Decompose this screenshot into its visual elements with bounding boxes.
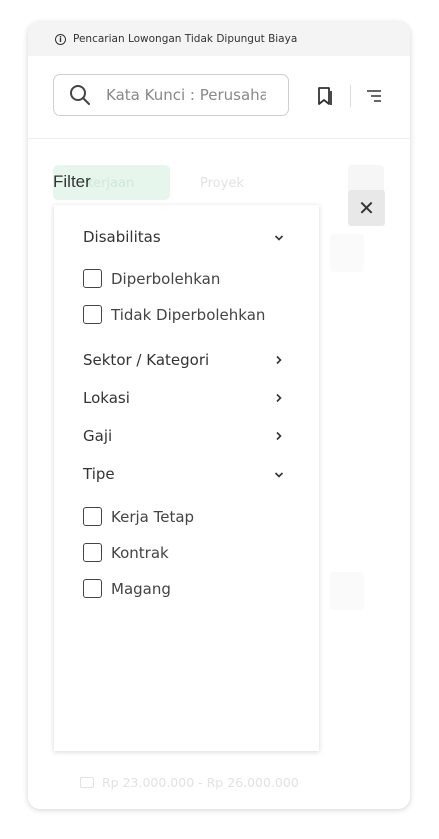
- info-icon: i: [55, 33, 66, 45]
- job-card-menu-bg: [330, 572, 364, 610]
- chevron-down-icon[interactable]: [274, 233, 284, 243]
- option-magang[interactable]: Magang: [83, 579, 171, 598]
- tab-pekerjaan-label: kerjaan: [86, 176, 135, 191]
- checkbox[interactable]: [83, 305, 102, 324]
- header-divider: [28, 138, 410, 139]
- divider: [350, 85, 351, 107]
- option-kerja-tetap[interactable]: Kerja Tetap: [83, 507, 194, 526]
- chevron-right-icon[interactable]: [274, 355, 284, 365]
- search-box[interactable]: Kata Kunci : Perusahaan: [53, 74, 289, 116]
- option-diperbolehkan[interactable]: Diperbolehkan: [83, 269, 220, 288]
- bookmark-icon[interactable]: [317, 86, 333, 107]
- chevron-down-icon[interactable]: [274, 470, 284, 480]
- option-tidak-diperbolehkan[interactable]: Tidak Diperbolehkan: [83, 305, 265, 324]
- notice-text: Pencarian Lowongan Tidak Dipungut Biaya: [73, 33, 298, 45]
- option-label: Diperbolehkan: [111, 269, 221, 288]
- notice-banner: i Pencarian Lowongan Tidak Dipungut Biay…: [28, 22, 410, 56]
- filter-menu-icon[interactable]: [366, 89, 382, 103]
- section-lokasi[interactable]: Lokasi: [83, 389, 130, 407]
- close-icon: ✕: [358, 196, 375, 220]
- option-label: Magang: [111, 579, 171, 598]
- job-card-menu-bg: [330, 234, 364, 272]
- close-button[interactable]: ✕: [348, 190, 385, 226]
- tab-proyek[interactable]: Proyek: [200, 176, 244, 191]
- job-salary-text: Rp 23.000.000 - Rp 26.000.000: [102, 775, 299, 790]
- job-salary: Rp 23.000.000 - Rp 26.000.000: [80, 775, 299, 790]
- checkbox[interactable]: [83, 579, 102, 598]
- checkbox[interactable]: [83, 543, 102, 562]
- option-label: Tidak Diperbolehkan: [111, 305, 266, 324]
- section-gaji[interactable]: Gaji: [83, 427, 112, 445]
- search-input[interactable]: Kata Kunci : Perusahaan: [106, 86, 266, 104]
- chevron-right-icon[interactable]: [274, 393, 284, 403]
- checkbox[interactable]: [83, 507, 102, 526]
- option-label: Kerja Tetap: [111, 507, 195, 526]
- checkbox[interactable]: [83, 269, 102, 288]
- option-label: Kontrak: [111, 543, 169, 562]
- section-sektor-kategori[interactable]: Sektor / Kategori: [83, 351, 209, 369]
- section-disabilitas[interactable]: Disabilitas: [83, 228, 161, 246]
- filter-panel: Disabilitas Diperbolehkan Tidak Diperbol…: [54, 205, 319, 751]
- search-icon: [70, 85, 90, 105]
- money-icon: [80, 777, 94, 788]
- chevron-right-icon[interactable]: [274, 431, 284, 441]
- filter-title: Filter: [53, 172, 91, 191]
- section-tipe[interactable]: Tipe: [83, 465, 115, 483]
- option-kontrak[interactable]: Kontrak: [83, 543, 169, 562]
